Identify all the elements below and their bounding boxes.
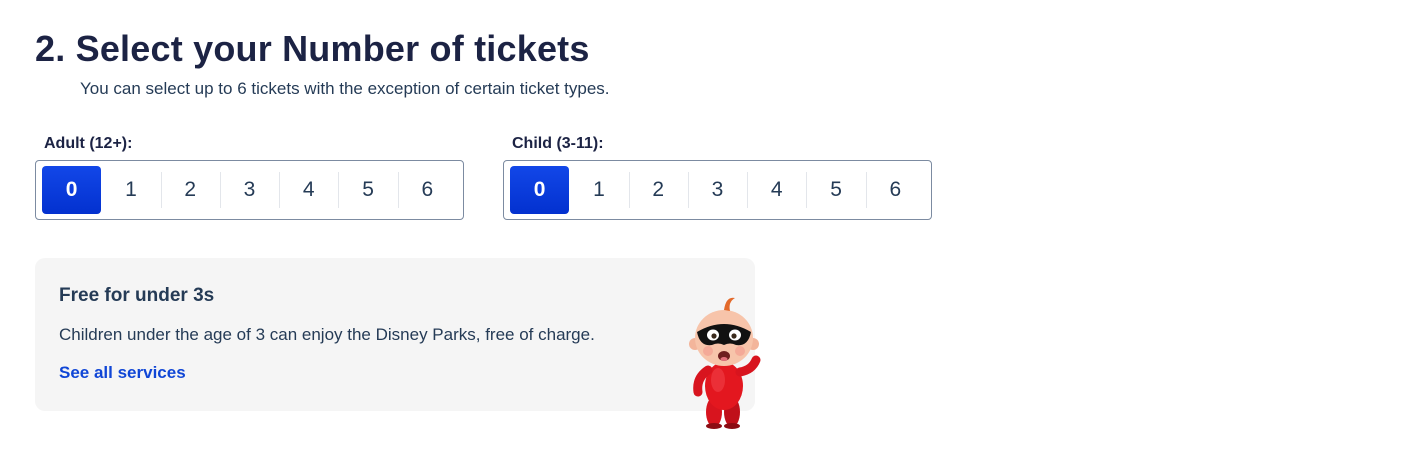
info-card-text: Children under the age of 3 can enjoy th…: [59, 325, 595, 344]
adult-option-1[interactable]: 1: [101, 166, 160, 214]
adult-ticket-selector: 0 1 2 3 4 5 6: [35, 160, 464, 220]
child-option-0[interactable]: 0: [510, 166, 570, 214]
adult-option-3[interactable]: 3: [219, 166, 279, 214]
info-card-title: Free for under 3s: [59, 285, 215, 306]
child-selector-label: Child (3-11):: [512, 135, 604, 152]
page-subtitle: You can select up to 6 tickets with the …: [80, 79, 610, 98]
see-all-services-link[interactable]: See all services: [59, 363, 186, 383]
page-title: 2. Select your Number of tickets: [35, 28, 590, 69]
free-under-3-card: Free for under 3s Children under the age…: [35, 258, 755, 411]
adult-option-5[interactable]: 5: [338, 166, 397, 214]
child-option-4[interactable]: 4: [747, 166, 806, 214]
adult-selector-label: Adult (12+):: [44, 135, 133, 152]
child-ticket-selector: 0 1 2 3 4 5 6: [503, 160, 932, 220]
adult-option-0[interactable]: 0: [42, 166, 102, 214]
child-option-6[interactable]: 6: [865, 166, 925, 214]
jack-jack-character-illustration: [689, 297, 761, 429]
child-option-1[interactable]: 1: [569, 166, 628, 214]
child-option-3[interactable]: 3: [687, 166, 747, 214]
child-option-2[interactable]: 2: [628, 166, 688, 214]
adult-option-4[interactable]: 4: [279, 166, 338, 214]
child-option-5[interactable]: 5: [806, 166, 865, 214]
adult-option-6[interactable]: 6: [397, 166, 457, 214]
adult-option-2[interactable]: 2: [160, 166, 220, 214]
